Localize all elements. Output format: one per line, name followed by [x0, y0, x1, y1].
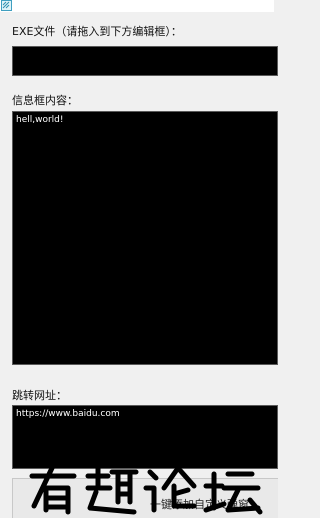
redirect-url-input[interactable]: https://www.baidu.com	[12, 405, 278, 469]
redirect-url-label: 跳转网址：	[12, 389, 67, 402]
title-bar	[0, 0, 274, 12]
exe-file-label: EXE文件（请拖入到下方编辑框）：	[12, 25, 182, 38]
watermark-logo	[29, 465, 263, 515]
info-content-label: 信息框内容：	[12, 94, 78, 107]
exe-file-input[interactable]	[12, 46, 278, 76]
info-content-input[interactable]: hell,world!	[12, 111, 278, 365]
app-icon	[1, 0, 12, 11]
